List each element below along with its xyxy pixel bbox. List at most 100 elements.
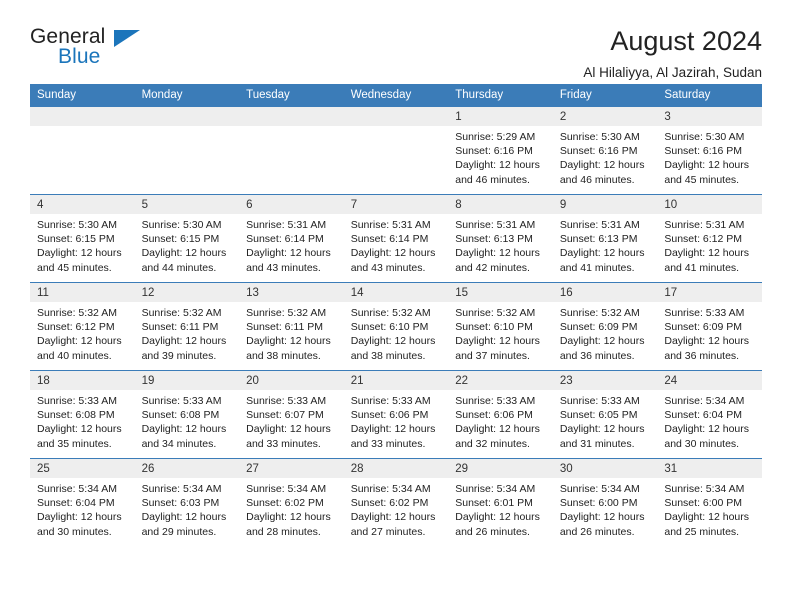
calendar-day-cell[interactable]: 17 Sunrise: 5:33 AM Sunset: 6:09 PM Dayligh…: [657, 282, 762, 371]
day-number: [30, 107, 135, 126]
daylight-duration-line1: Daylight: 12 hours: [559, 335, 645, 348]
calendar-day-cell[interactable]: 27 Sunrise: 5:34 AM Sunset: 6:02 PM Dayligh…: [239, 458, 344, 547]
calendar-day-cell[interactable]: 16 Sunrise: 5:32 AM Sunset: 6:09 PM Dayligh…: [552, 282, 658, 371]
daylight-duration-line1: Daylight: 12 hours: [350, 335, 436, 348]
calendar-day-cell[interactable]: 30 Sunrise: 5:34 AM Sunset: 6:00 PM Dayligh…: [552, 458, 658, 547]
daylight-duration-line2: and 32 minutes.: [455, 437, 530, 450]
sunset-time: Sunset: 6:13 PM: [559, 233, 638, 246]
sunset-time: Sunset: 6:00 PM: [664, 497, 743, 510]
calendar-day-cell[interactable]: 28 Sunrise: 5:34 AM Sunset: 6:02 PM Dayligh…: [343, 458, 449, 547]
sunset-time: Sunset: 6:06 PM: [455, 409, 533, 422]
calendar-day-cell[interactable]: 4 Sunrise: 5:30 AM Sunset: 6:15 PM Daylight…: [30, 194, 135, 283]
calendar-day-cell[interactable]: 14 Sunrise: 5:32 AM Sunset: 6:10 PM Dayligh…: [343, 282, 449, 371]
sunrise-time: Sunrise: 5:31 AM: [246, 219, 327, 231]
sunset-time: Sunset: 6:10 PM: [455, 321, 533, 334]
daylight-duration-line1: Daylight: 12 hours: [141, 511, 227, 524]
sunrise-time: Sunrise: 5:33 AM: [141, 395, 222, 407]
day-cell-inner: 18 Sunrise: 5:33 AM Sunset: 6:08 PM Dayligh…: [30, 371, 135, 458]
day-sun-info: Sunrise: 5:30 AM Sunset: 6:16 PM Daylight:…: [553, 126, 658, 187]
daylight-duration-line2: and 36 minutes.: [664, 349, 740, 362]
daylight-duration-line1: Daylight: 12 hours: [664, 247, 750, 260]
calendar-day-cell[interactable]: 25 Sunrise: 5:34 AM Sunset: 6:04 PM Dayligh…: [30, 458, 135, 547]
calendar-day-cell[interactable]: 3 Sunrise: 5:30 AM Sunset: 6:16 PM Daylight…: [657, 106, 762, 195]
daylight-duration-line2: and 34 minutes.: [141, 437, 217, 450]
day-number: 5: [134, 195, 240, 214]
calendar-day-cell[interactable]: 12 Sunrise: 5:32 AM Sunset: 6:11 PM Dayligh…: [134, 282, 240, 371]
day-cell-inner: 30 Sunrise: 5:34 AM Sunset: 6:00 PM Dayligh…: [552, 459, 658, 547]
daylight-duration-line2: and 27 minutes.: [350, 525, 426, 538]
sunrise-time: Sunrise: 5:31 AM: [350, 219, 431, 231]
day-cell-inner: 31 Sunrise: 5:34 AM Sunset: 6:00 PM Dayligh…: [657, 459, 762, 547]
calendar-day-cell[interactable]: 5 Sunrise: 5:30 AM Sunset: 6:15 PM Daylight…: [134, 194, 240, 283]
calendar-day-cell[interactable]: 1 Sunrise: 5:29 AM Sunset: 6:16 PM Daylight…: [448, 106, 553, 195]
calendar-day-cell[interactable]: 8 Sunrise: 5:31 AM Sunset: 6:13 PM Daylight…: [448, 194, 553, 283]
day-cell-inner: 21 Sunrise: 5:33 AM Sunset: 6:06 PM Dayligh…: [343, 371, 449, 458]
sunset-time: Sunset: 6:09 PM: [664, 321, 743, 334]
day-sun-info: Sunrise: 5:33 AM Sunset: 6:06 PM Daylight:…: [344, 390, 449, 451]
day-number: 20: [239, 371, 344, 390]
daylight-duration-line1: Daylight: 12 hours: [246, 247, 331, 260]
day-number: 11: [30, 283, 135, 302]
triangle-icon: [114, 30, 140, 47]
calendar-day-cell[interactable]: 15 Sunrise: 5:32 AM Sunset: 6:10 PM Dayligh…: [448, 282, 553, 371]
calendar-day-cell[interactable]: 2 Sunrise: 5:30 AM Sunset: 6:16 PM Daylight…: [552, 106, 658, 195]
calendar-day-cell[interactable]: 18 Sunrise: 5:33 AM Sunset: 6:08 PM Dayligh…: [30, 370, 135, 459]
calendar-day-cell[interactable]: 6 Sunrise: 5:31 AM Sunset: 6:14 PM Daylight…: [239, 194, 344, 283]
calendar-day-cell[interactable]: 29 Sunrise: 5:34 AM Sunset: 6:01 PM Dayligh…: [448, 458, 553, 547]
calendar-day-cell-empty: [343, 106, 449, 195]
weekday-header-saturday: Saturday: [657, 84, 762, 107]
sunset-time: Sunset: 6:04 PM: [37, 497, 115, 510]
daylight-duration-line2: and 44 minutes.: [141, 261, 217, 274]
day-number: 13: [239, 283, 344, 302]
daylight-duration-line1: Daylight: 12 hours: [246, 423, 331, 436]
day-cell-inner: 17 Sunrise: 5:33 AM Sunset: 6:09 PM Dayligh…: [657, 283, 762, 370]
calendar-day-cell[interactable]: 13 Sunrise: 5:32 AM Sunset: 6:11 PM Dayligh…: [239, 282, 344, 371]
calendar-week-row: 18 Sunrise: 5:33 AM Sunset: 6:08 PM Dayligh…: [30, 370, 762, 459]
day-cell-inner: 27 Sunrise: 5:34 AM Sunset: 6:02 PM Dayligh…: [239, 459, 344, 547]
sunset-time: Sunset: 6:04 PM: [664, 409, 743, 422]
sunset-time: Sunset: 6:09 PM: [559, 321, 638, 334]
day-number: 25: [30, 459, 135, 478]
day-number: [343, 107, 449, 126]
calendar-day-cell[interactable]: 24 Sunrise: 5:34 AM Sunset: 6:04 PM Dayligh…: [657, 370, 762, 459]
calendar-day-cell[interactable]: 21 Sunrise: 5:33 AM Sunset: 6:06 PM Dayligh…: [343, 370, 449, 459]
day-sun-info: Sunrise: 5:31 AM Sunset: 6:13 PM Daylight:…: [448, 214, 553, 275]
day-sun-info: Sunrise: 5:33 AM Sunset: 6:08 PM Daylight:…: [30, 390, 135, 451]
day-cell-inner: 7 Sunrise: 5:31 AM Sunset: 6:14 PM Daylight…: [343, 195, 449, 282]
day-cell-inner: 8 Sunrise: 5:31 AM Sunset: 6:13 PM Daylight…: [448, 195, 553, 282]
daylight-duration-line1: Daylight: 12 hours: [559, 247, 645, 260]
calendar-day-cell[interactable]: 10 Sunrise: 5:31 AM Sunset: 6:12 PM Dayligh…: [657, 194, 762, 283]
weekday-header-monday: Monday: [134, 84, 240, 107]
calendar-day-cell[interactable]: 9 Sunrise: 5:31 AM Sunset: 6:13 PM Daylight…: [552, 194, 658, 283]
daylight-duration-line1: Daylight: 12 hours: [141, 335, 227, 348]
calendar-day-cell[interactable]: 11 Sunrise: 5:32 AM Sunset: 6:12 PM Dayligh…: [30, 282, 135, 371]
daylight-duration-line2: and 46 minutes.: [455, 173, 530, 186]
calendar-day-cell[interactable]: 26 Sunrise: 5:34 AM Sunset: 6:03 PM Dayligh…: [134, 458, 240, 547]
general-blue-logo[interactable]: General Blue: [30, 26, 150, 74]
weekday-header-wednesday: Wednesday: [343, 84, 449, 107]
day-sun-info: Sunrise: 5:34 AM Sunset: 6:01 PM Daylight:…: [448, 478, 553, 539]
day-cell-inner: 11 Sunrise: 5:32 AM Sunset: 6:12 PM Dayligh…: [30, 283, 135, 370]
sunrise-time: Sunrise: 5:29 AM: [455, 131, 536, 143]
calendar-day-cell[interactable]: 23 Sunrise: 5:33 AM Sunset: 6:05 PM Dayligh…: [552, 370, 658, 459]
daylight-duration-line2: and 41 minutes.: [559, 261, 635, 274]
day-number: 22: [448, 371, 553, 390]
daylight-duration-line1: Daylight: 12 hours: [559, 159, 645, 172]
day-number: [134, 107, 240, 126]
sunset-time: Sunset: 6:05 PM: [559, 409, 638, 422]
calendar-day-cell[interactable]: 20 Sunrise: 5:33 AM Sunset: 6:07 PM Dayligh…: [239, 370, 344, 459]
calendar-day-cell[interactable]: 22 Sunrise: 5:33 AM Sunset: 6:06 PM Dayligh…: [448, 370, 553, 459]
sunrise-time: Sunrise: 5:33 AM: [664, 307, 745, 319]
day-number: 19: [134, 371, 240, 390]
daylight-duration-line2: and 38 minutes.: [246, 349, 321, 362]
daylight-duration-line2: and 39 minutes.: [141, 349, 217, 362]
sunrise-time: Sunrise: 5:34 AM: [455, 483, 536, 495]
day-cell-inner: 13 Sunrise: 5:32 AM Sunset: 6:11 PM Dayligh…: [239, 283, 344, 370]
calendar-day-cell[interactable]: 31 Sunrise: 5:34 AM Sunset: 6:00 PM Dayligh…: [657, 458, 762, 547]
day-cell-inner: 24 Sunrise: 5:34 AM Sunset: 6:04 PM Dayligh…: [657, 371, 762, 458]
day-sun-info: Sunrise: 5:34 AM Sunset: 6:00 PM Daylight:…: [553, 478, 658, 539]
calendar-day-cell[interactable]: 19 Sunrise: 5:33 AM Sunset: 6:08 PM Dayligh…: [134, 370, 240, 459]
sunset-time: Sunset: 6:11 PM: [246, 321, 323, 334]
day-number: 21: [343, 371, 449, 390]
calendar-day-cell[interactable]: 7 Sunrise: 5:31 AM Sunset: 6:14 PM Daylight…: [343, 194, 449, 283]
